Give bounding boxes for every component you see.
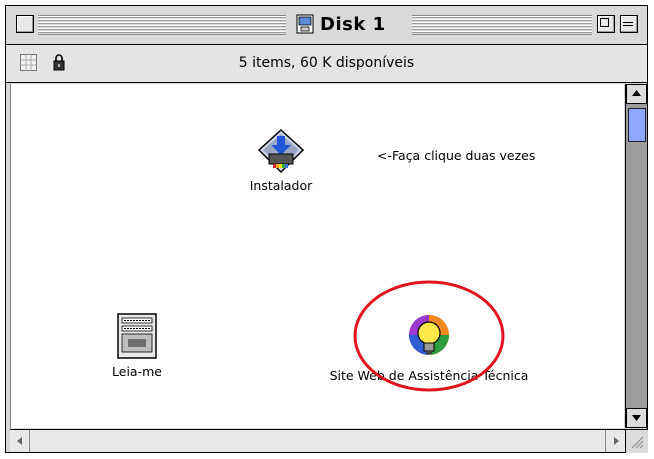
zoom-box-button[interactable]: [597, 15, 615, 33]
installer-icon: [257, 128, 305, 174]
vertical-scrollbar[interactable]: [625, 84, 647, 428]
arrow-right-icon: [614, 437, 619, 445]
scroll-left-button[interactable]: [10, 430, 30, 452]
document-icon: [117, 313, 157, 359]
disk-info-text: 5 items, 60 K disponíveis: [238, 55, 415, 71]
installer-item[interactable]: Instalador: [231, 128, 331, 193]
window-title-text: Disk 1: [320, 13, 386, 35]
readme-item[interactable]: Leia-me: [97, 312, 177, 379]
close-box-button[interactable]: [16, 15, 34, 33]
installer-label: Instalador: [249, 178, 313, 193]
finder-window: Disk 1 5 items, 60 K disponíveis Instala…: [5, 5, 648, 453]
vertical-scroll-thumb[interactable]: [628, 108, 646, 142]
arrow-up-icon: [632, 90, 641, 96]
window-header: 5 items, 60 K disponíveis: [6, 45, 647, 83]
scroll-right-button[interactable]: [605, 430, 625, 452]
arrow-left-icon: [17, 437, 22, 445]
scroll-down-button[interactable]: [626, 408, 647, 428]
collapse-box-button[interactable]: [620, 15, 638, 33]
highlight-circle: [353, 280, 505, 392]
resize-grip[interactable]: [625, 429, 648, 453]
resize-grip-icon: [631, 436, 644, 449]
window-title: Disk 1: [288, 12, 394, 36]
title-bar-stripes-left: [38, 15, 286, 35]
horizontal-scrollbar[interactable]: [10, 429, 625, 452]
window-content: Instalador <-Faça clique duas vezes Leia…: [10, 84, 624, 428]
readme-label: Leia-me: [112, 364, 162, 379]
title-bar-stripes-right: [412, 15, 592, 35]
scroll-up-button[interactable]: [626, 84, 647, 104]
arrow-down-icon: [632, 415, 641, 421]
disk-icon: [296, 14, 314, 34]
double-click-hint: <-Faça clique duas vezes: [377, 148, 536, 163]
title-bar[interactable]: Disk 1: [6, 6, 647, 45]
